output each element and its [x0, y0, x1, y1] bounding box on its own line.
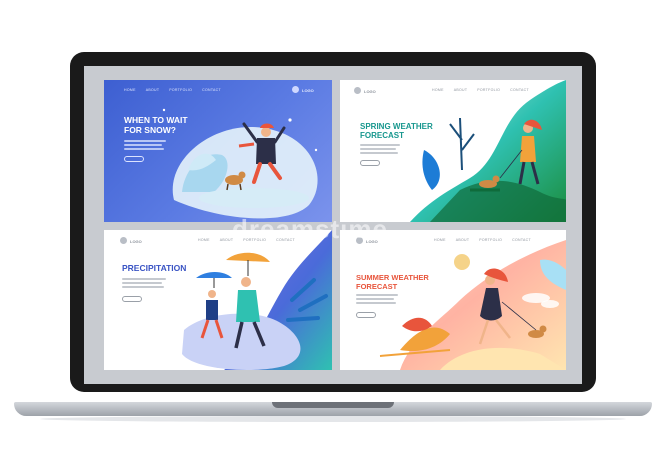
- headline: SPRING WEATHER FORECAST: [360, 122, 433, 141]
- headline: SUMMER WEATHER FORECAST: [356, 273, 429, 291]
- cta-button[interactable]: [356, 312, 376, 318]
- laptop-shadow: [40, 416, 626, 422]
- body-text: [360, 152, 398, 154]
- body-text: [356, 298, 394, 300]
- landing-page-precipitation: LOGO HOME ABOUT PORTFOLIO CONTACT PRECIP…: [104, 230, 332, 370]
- laptop-notch: [272, 402, 394, 408]
- body-text: [360, 148, 396, 150]
- body-text: [122, 286, 164, 288]
- body-text: [360, 144, 400, 146]
- body-text: [356, 294, 398, 296]
- spring-illustration: [410, 80, 566, 222]
- body-text: [356, 302, 396, 304]
- landing-page-summer: LOGO HOME ABOUT PORTFOLIO CONTACT SUMMER…: [340, 230, 566, 370]
- headline: PRECIPITATION: [122, 263, 187, 273]
- cta-button[interactable]: [122, 296, 142, 302]
- landing-page-spring: LOGO HOME ABOUT PORTFOLIO CONTACT SPRING…: [340, 80, 566, 222]
- snow-illustration: [162, 108, 318, 219]
- cta-button[interactable]: [360, 160, 380, 166]
- landing-page-snow: HOME ABOUT PORTFOLIO CONTACT LOGO WHEN T…: [104, 80, 332, 222]
- summer-illustration: [379, 240, 566, 370]
- body-text: [122, 282, 162, 284]
- body-text: [122, 278, 166, 280]
